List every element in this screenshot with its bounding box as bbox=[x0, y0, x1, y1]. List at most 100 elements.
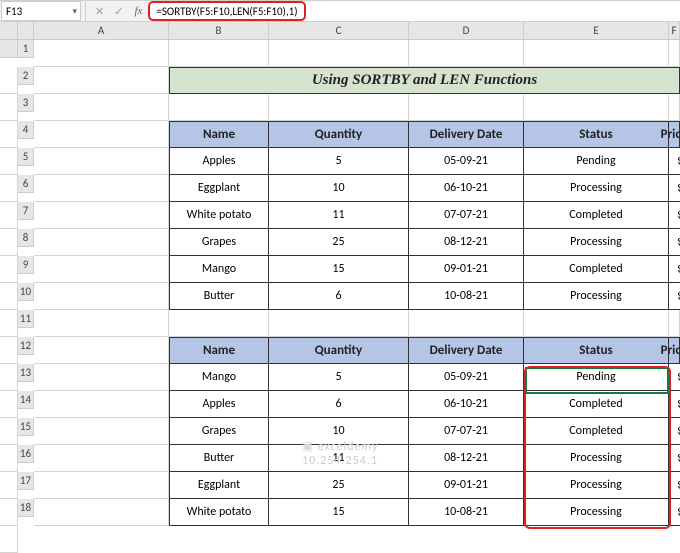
cell-price[interactable]: $4,000.00 bbox=[669, 472, 680, 499]
cell-name[interactable]: Mango bbox=[169, 256, 269, 283]
cell-g9[interactable] bbox=[0, 283, 18, 310]
cell-price[interactable]: $2,700.00 bbox=[669, 499, 680, 526]
row-header-11[interactable]: 11 bbox=[18, 310, 34, 328]
cell-qty[interactable]: 15 bbox=[269, 256, 409, 283]
cell-price[interactable]: $150.00 bbox=[669, 364, 680, 391]
cell-a8[interactable] bbox=[34, 229, 169, 256]
cell-empty-11-0[interactable] bbox=[169, 310, 269, 337]
cell-date[interactable]: 08-12-21 bbox=[409, 229, 524, 256]
cell-a2[interactable] bbox=[34, 67, 169, 94]
cell-name[interactable]: Apples bbox=[169, 391, 269, 418]
cell-a9[interactable] bbox=[34, 256, 169, 283]
cell-date[interactable]: 09-01-21 bbox=[409, 472, 524, 499]
cell-qty[interactable]: 11 bbox=[269, 202, 409, 229]
cell-date[interactable]: 06-10-21 bbox=[409, 175, 524, 202]
cell-empty-3-0[interactable] bbox=[169, 94, 269, 121]
row-header-16[interactable]: 16 bbox=[18, 445, 34, 463]
cell-name[interactable]: Butter bbox=[169, 283, 269, 310]
spreadsheet-grid[interactable]: ABCDEF12Using SORTBY and LEN Functions34… bbox=[0, 22, 680, 553]
cell-g4[interactable] bbox=[0, 148, 18, 175]
cell-status[interactable]: Completed bbox=[524, 418, 669, 445]
cell-status[interactable]: Processing bbox=[524, 175, 669, 202]
cell-name[interactable]: White potato bbox=[169, 202, 269, 229]
cell-price[interactable]: $600.00 bbox=[669, 283, 680, 310]
row-header-15[interactable]: 15 bbox=[18, 418, 34, 436]
cell-price[interactable]: $2,500.00 bbox=[669, 445, 680, 472]
row-header-8[interactable]: 8 bbox=[18, 229, 34, 247]
cell-g3[interactable] bbox=[0, 121, 18, 148]
cell-g13[interactable] bbox=[0, 391, 18, 418]
cell-date[interactable]: 09-01-21 bbox=[409, 256, 524, 283]
row-header-2[interactable]: 2 bbox=[18, 67, 34, 85]
row-header-3[interactable]: 3 bbox=[18, 94, 34, 112]
cell-empty-3-4[interactable] bbox=[669, 94, 680, 121]
cell-price[interactable]: $2,500.00 bbox=[669, 148, 680, 175]
row-header-17[interactable]: 17 bbox=[18, 472, 34, 490]
cell-qty[interactable]: 5 bbox=[269, 364, 409, 391]
cell-g8[interactable] bbox=[0, 256, 18, 283]
row-header-13[interactable]: 13 bbox=[18, 364, 34, 382]
cell-name[interactable]: Butter bbox=[169, 445, 269, 472]
cell-a16[interactable] bbox=[34, 445, 169, 472]
col-header-b[interactable]: B bbox=[169, 22, 269, 40]
row-header-6[interactable]: 6 bbox=[18, 175, 34, 193]
cell-name[interactable]: White potato bbox=[169, 499, 269, 526]
cell-g17[interactable] bbox=[0, 499, 18, 526]
cell-g12[interactable] bbox=[0, 364, 18, 391]
chevron-down-icon[interactable]: ▾ bbox=[72, 6, 80, 17]
cell-a6[interactable] bbox=[34, 175, 169, 202]
cell-status[interactable]: Processing bbox=[524, 445, 669, 472]
cell-g18[interactable] bbox=[0, 526, 18, 553]
cell-a10[interactable] bbox=[34, 283, 169, 310]
col-header-d[interactable]: D bbox=[409, 22, 524, 40]
cell-name[interactable]: Grapes bbox=[169, 229, 269, 256]
cell-g2[interactable] bbox=[0, 94, 18, 121]
cell-status[interactable]: Pending bbox=[524, 364, 669, 391]
cell-qty[interactable]: 25 bbox=[269, 472, 409, 499]
cell-qty[interactable]: 5 bbox=[269, 148, 409, 175]
cell-a5[interactable] bbox=[34, 148, 169, 175]
cell-date[interactable]: 10-08-21 bbox=[409, 499, 524, 526]
cell-g11[interactable] bbox=[0, 337, 18, 364]
cell-date[interactable]: 08-12-21 bbox=[409, 445, 524, 472]
name-box[interactable]: F13 ▾ bbox=[1, 1, 81, 21]
col-header-g[interactable] bbox=[0, 40, 18, 58]
cell-status[interactable]: Completed bbox=[524, 256, 669, 283]
cell-qty[interactable]: 6 bbox=[269, 283, 409, 310]
fx-icon[interactable]: fx bbox=[128, 5, 148, 17]
cell-a11[interactable] bbox=[34, 310, 169, 337]
col-header-c[interactable]: C bbox=[269, 22, 409, 40]
cell-price[interactable]: $500.00 bbox=[669, 391, 680, 418]
row-header-5[interactable]: 5 bbox=[18, 148, 34, 166]
cell-g14[interactable] bbox=[0, 418, 18, 445]
cell-empty-1-3[interactable] bbox=[524, 40, 669, 67]
col-header-a[interactable] bbox=[18, 22, 34, 40]
cell-price[interactable]: $2,700.00 bbox=[669, 256, 680, 283]
cell-qty[interactable]: 10 bbox=[269, 418, 409, 445]
row-header-7[interactable]: 7 bbox=[18, 202, 34, 220]
cell-empty-3-3[interactable] bbox=[524, 94, 669, 121]
cell-a13[interactable] bbox=[34, 364, 169, 391]
check-icon[interactable]: ✓ bbox=[109, 5, 128, 18]
cell-a7[interactable] bbox=[34, 202, 169, 229]
cell-status[interactable]: Processing bbox=[524, 472, 669, 499]
row-header-4[interactable]: 4 bbox=[18, 121, 34, 139]
cell-g5[interactable] bbox=[0, 175, 18, 202]
cell-date[interactable]: 05-09-21 bbox=[409, 364, 524, 391]
cell-price[interactable]: $500.00 bbox=[669, 202, 680, 229]
row-header-1[interactable]: 1 bbox=[18, 40, 34, 58]
formula-input[interactable]: =SORTBY(F5:F10,LEN(F5:F10),1) bbox=[148, 1, 680, 21]
cell-date[interactable]: 07-07-21 bbox=[409, 418, 524, 445]
cell-name[interactable]: Mango bbox=[169, 364, 269, 391]
cell-qty[interactable]: 11 bbox=[269, 445, 409, 472]
cell-empty-11-3[interactable] bbox=[524, 310, 669, 337]
cell-date[interactable]: 07-07-21 bbox=[409, 202, 524, 229]
row-header-14[interactable]: 14 bbox=[18, 391, 34, 409]
cell-empty-1-0[interactable] bbox=[169, 40, 269, 67]
cell-g1[interactable] bbox=[0, 67, 18, 94]
cell-name[interactable]: Eggplant bbox=[169, 175, 269, 202]
cell-date[interactable]: 05-09-21 bbox=[409, 148, 524, 175]
cell-g16[interactable] bbox=[0, 472, 18, 499]
cell-status[interactable]: Pending bbox=[524, 148, 669, 175]
cell-date[interactable]: 10-08-21 bbox=[409, 283, 524, 310]
